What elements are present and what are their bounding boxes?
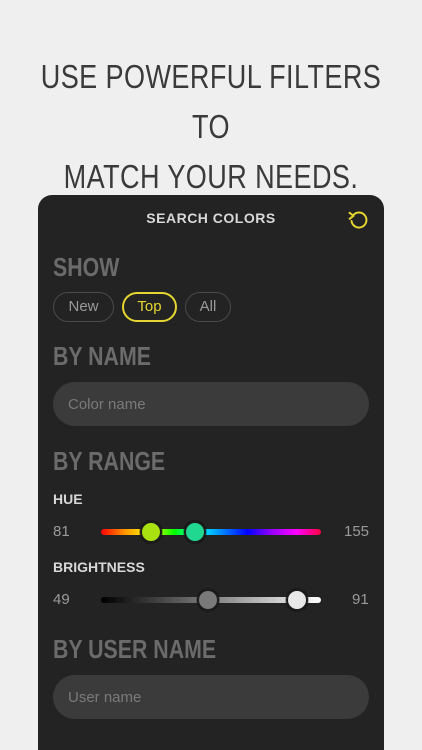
by-name-section-title: BY NAME xyxy=(53,341,151,371)
hue-max-value: 155 xyxy=(344,523,370,540)
by-user-name-section-title: BY USER NAME xyxy=(53,634,217,664)
search-colors-panel: SEARCH COLORS SHOW New Top All BY NAME B… xyxy=(38,195,384,750)
hue-label: HUE xyxy=(53,491,83,507)
headline: USE POWERFUL FILTERS TO MATCH YOUR NEEDS… xyxy=(38,52,384,202)
show-option-top[interactable]: Top xyxy=(122,292,177,322)
show-section-title: SHOW xyxy=(53,252,120,282)
show-option-all[interactable]: All xyxy=(185,292,231,322)
brightness-min-thumb[interactable] xyxy=(197,589,219,611)
reset-icon[interactable] xyxy=(346,207,370,231)
panel-header: SEARCH COLORS xyxy=(38,195,384,241)
brightness-label: BRIGHTNESS xyxy=(53,559,145,575)
by-range-section-title: BY RANGE xyxy=(53,446,166,476)
color-name-input[interactable] xyxy=(53,382,369,426)
panel-title: SEARCH COLORS xyxy=(146,210,276,226)
hue-max-thumb[interactable] xyxy=(184,521,206,543)
brightness-min-value: 49 xyxy=(53,591,70,608)
show-option-new[interactable]: New xyxy=(53,292,114,322)
headline-line-1: USE POWERFUL FILTERS TO xyxy=(40,58,382,145)
hue-min-value: 81 xyxy=(53,523,70,540)
user-name-input[interactable] xyxy=(53,675,369,719)
brightness-max-value: 91 xyxy=(352,591,369,608)
hue-slider-track[interactable] xyxy=(101,529,321,535)
hue-min-thumb[interactable] xyxy=(140,521,162,543)
brightness-max-thumb[interactable] xyxy=(286,589,308,611)
